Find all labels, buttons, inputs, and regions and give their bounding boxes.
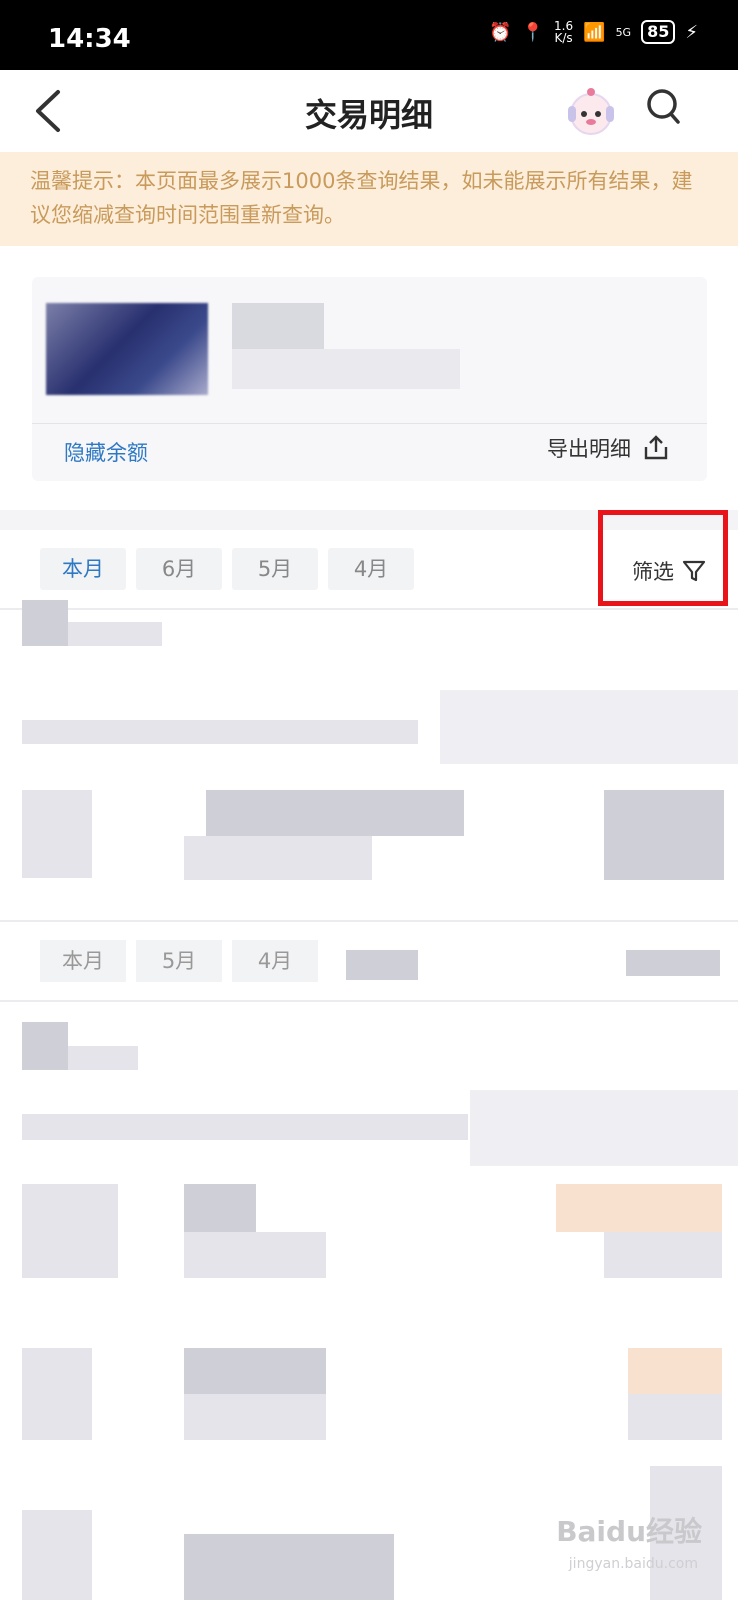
tab-this-month[interactable]: 本月 (40, 548, 126, 590)
redacted-block (68, 622, 162, 646)
status-time: 14:34 (48, 24, 131, 54)
watermark-logo: Baidu经验 (556, 1515, 702, 1548)
tabs-divider (0, 608, 738, 610)
redacted-block (184, 1534, 394, 1600)
redacted-block (184, 836, 372, 880)
redacted-block (604, 790, 724, 880)
watermark-url: jingyan.baidu.com (568, 1556, 698, 1572)
row-divider (0, 920, 738, 922)
redacted-block (626, 950, 720, 976)
card-divider (32, 423, 707, 424)
assistant-mascot-icon[interactable] (562, 84, 620, 142)
battery-indicator: 85 (641, 20, 676, 44)
ghost-tab-april: 4月 (232, 940, 318, 982)
location-icon: 📍 (521, 21, 545, 43)
net-speed: 1.6 K/s (554, 19, 574, 45)
redacted-block (184, 1394, 326, 1440)
redacted-block (22, 1510, 92, 1600)
alarm-icon: ⏰ (489, 21, 512, 43)
search-icon[interactable] (644, 86, 684, 130)
redacted-block (22, 1184, 118, 1278)
tab-april[interactable]: 4月 (328, 548, 414, 590)
redacted-block (68, 1046, 138, 1070)
account-number-redacted (232, 349, 460, 389)
export-label: 导出明细 (547, 437, 631, 461)
month-tabs: 本月 6月 5月 4月 (40, 548, 414, 590)
redacted-block (628, 1394, 722, 1440)
redacted-block (22, 600, 68, 646)
status-bar: 14:34 ⏰ 📍 1.6 K/s 📶 5G 85 ⚡ (0, 0, 738, 70)
tab-may[interactable]: 5月 (232, 548, 318, 590)
export-details-button[interactable]: 导出明细 (547, 433, 669, 463)
top-nav: 交易明细 (0, 70, 738, 152)
account-card: 隐藏余额 导出明细 (32, 277, 707, 481)
redacted-block (556, 1184, 722, 1232)
redacted-block (346, 950, 418, 980)
share-export-icon (644, 435, 668, 460)
page-title: 交易明细 (304, 96, 433, 134)
redacted-block (184, 1184, 256, 1232)
account-name-redacted (232, 303, 324, 349)
month-tabs-ghost: 本月 5月 4月 (40, 940, 318, 982)
ghost-tab-may: 5月 (136, 940, 222, 982)
signal-label: 5G (615, 25, 632, 39)
hide-balance-link[interactable]: 隐藏余额 (64, 437, 148, 467)
redacted-block (470, 1090, 738, 1166)
highlight-box (598, 510, 728, 606)
tab-june[interactable]: 6月 (136, 548, 222, 590)
ghost-tab-this-month: 本月 (40, 940, 126, 982)
redacted-block (22, 1348, 92, 1440)
redacted-block (184, 1348, 326, 1394)
redacted-block (22, 1114, 468, 1140)
redacted-block (206, 790, 464, 836)
charging-icon: ⚡ (685, 21, 698, 43)
redacted-block (440, 690, 738, 764)
redacted-block (22, 720, 418, 744)
row-divider (0, 1000, 738, 1002)
notice-banner: 温馨提示：本页面最多展示1000条查询结果，如未能展示所有结果，建议您缩减查询时… (0, 152, 738, 246)
status-icons: ⏰ 📍 1.6 K/s 📶 5G 85 ⚡ (489, 20, 698, 44)
redacted-block (22, 1022, 68, 1070)
redacted-block (184, 1232, 326, 1278)
wifi-icon: 📶 (583, 21, 606, 43)
redacted-block (604, 1232, 722, 1278)
card-thumbnail (46, 303, 208, 395)
redacted-block (628, 1348, 722, 1394)
redacted-block (22, 790, 92, 878)
